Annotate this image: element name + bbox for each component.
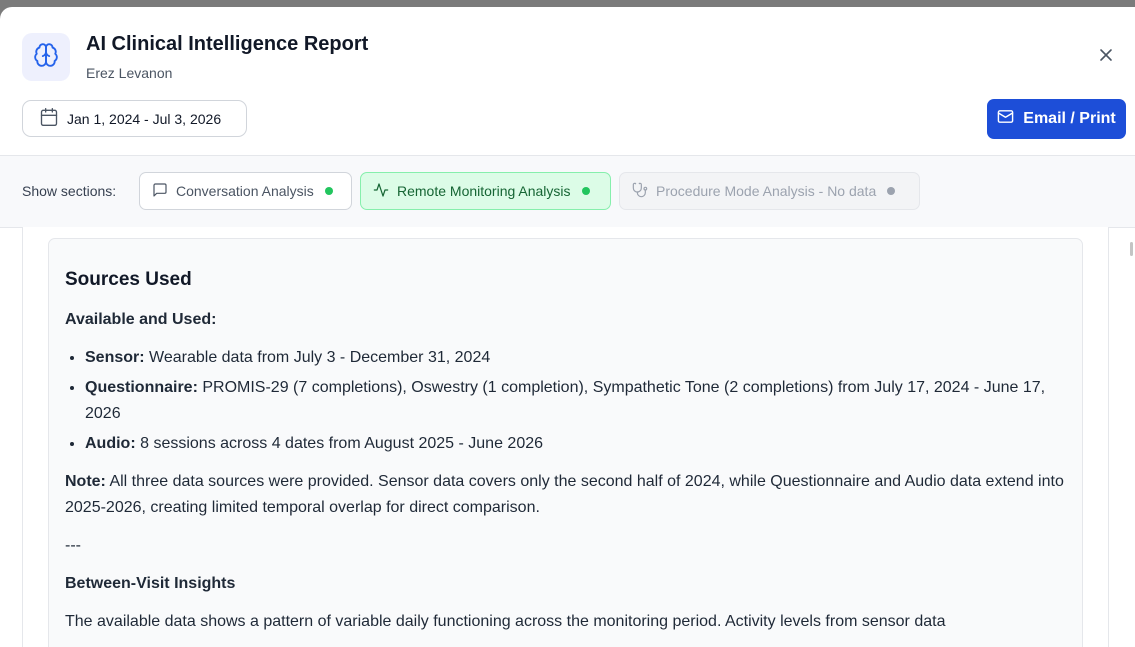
email-print-button[interactable]: Email / Print xyxy=(987,99,1126,139)
section-toggle-remote-monitoring[interactable]: Remote Monitoring Analysis xyxy=(360,172,611,210)
chip-label: Remote Monitoring Analysis xyxy=(397,183,571,199)
report-header: AI Clinical Intelligence Report Erez Lev… xyxy=(0,7,1135,155)
report-logo xyxy=(22,33,70,81)
report-content-area: Sources Used Available and Used: Sensor:… xyxy=(22,227,1109,647)
brain-icon xyxy=(33,42,59,73)
scrollbar-thumb[interactable] xyxy=(1130,242,1133,256)
source-label: Sensor: xyxy=(85,349,145,366)
sources-title: Sources Used xyxy=(65,269,192,290)
close-icon[interactable] xyxy=(1098,47,1114,68)
activity-icon xyxy=(373,182,389,201)
close-button[interactable] xyxy=(1094,45,1118,69)
separator: --- xyxy=(65,537,81,554)
source-label: Audio: xyxy=(85,435,136,452)
source-text: 8 sessions across 4 dates from August 20… xyxy=(135,435,544,452)
between-visit-heading: Between-Visit Insights xyxy=(65,575,236,592)
email-print-label: Email / Print xyxy=(1023,110,1116,127)
date-range-button[interactable]: Jan 1, 2024 - Jul 3, 2026 xyxy=(22,100,247,137)
sections-label: Show sections: xyxy=(22,183,117,199)
list-item: Audio: 8 sessions across 4 dates from Au… xyxy=(85,431,1066,457)
message-square-icon xyxy=(152,182,168,201)
status-dot xyxy=(887,187,896,195)
date-range-label: Jan 1, 2024 - Jul 3, 2026 xyxy=(67,110,222,127)
section-toggle-procedure-mode[interactable]: Procedure Mode Analysis - No data xyxy=(619,172,920,210)
calendar-icon xyxy=(39,107,59,130)
source-text: Wearable data from July 3 - December 31,… xyxy=(144,349,491,366)
source-text: PROMIS-29 (7 completions), Oswestry (1 c… xyxy=(85,379,1046,422)
section-toggle-conversation[interactable]: Conversation Analysis xyxy=(139,172,352,210)
between-visit-text: The available data shows a pattern of va… xyxy=(65,613,946,630)
patient-name: Erez Levanon xyxy=(86,65,173,81)
list-item: Questionnaire: PROMIS-29 (7 completions)… xyxy=(85,375,1066,427)
status-dot xyxy=(324,187,333,195)
status-dot xyxy=(581,187,590,195)
report-card: Sources Used Available and Used: Sensor:… xyxy=(48,238,1083,647)
sources-list: Sensor: Wearable data from July 3 - Dece… xyxy=(65,345,1066,457)
note-text: All three data sources were provided. Se… xyxy=(65,473,1064,516)
report-modal: AI Clinical Intelligence Report Erez Lev… xyxy=(0,7,1135,647)
source-label: Questionnaire: xyxy=(85,379,198,396)
chip-label: Conversation Analysis xyxy=(176,183,314,199)
note-paragraph: Note: All three data sources were provid… xyxy=(65,469,1066,521)
available-heading: Available and Used: xyxy=(65,311,217,328)
mail-icon xyxy=(997,108,1014,130)
section-filter-bar: Show sections: Conversation Analysis Rem… xyxy=(0,155,1135,228)
stethoscope-icon xyxy=(632,182,648,201)
page-title: AI Clinical Intelligence Report xyxy=(86,33,369,55)
note-label: Note: xyxy=(65,473,106,490)
list-item: Sensor: Wearable data from July 3 - Dece… xyxy=(85,345,1066,371)
chip-label: Procedure Mode Analysis - No data xyxy=(656,183,877,199)
